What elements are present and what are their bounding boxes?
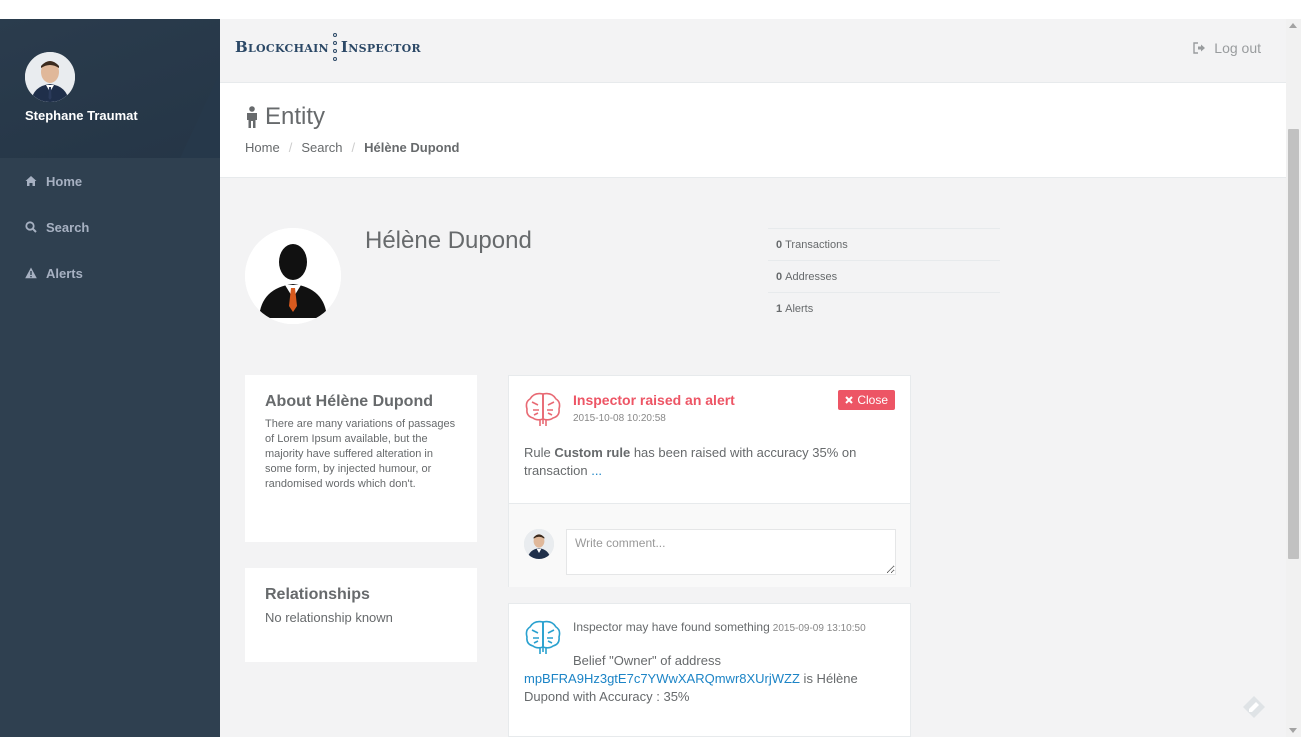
entity-avatar: [245, 228, 341, 324]
close-label: Close: [857, 393, 888, 407]
address-link[interactable]: mpBFRA9Hz3gtE7c7YWwXARQmwr8XUrjWZZ: [524, 671, 800, 686]
alert-rule-name: Custom rule: [554, 445, 631, 460]
alert-timestamp: 2015-10-08 10:20:58: [573, 413, 666, 424]
edit-icon[interactable]: [1241, 694, 1267, 720]
belief-title-text: Inspector may have found something: [573, 620, 770, 634]
relationships-card: Relationships No relationship known: [245, 568, 477, 662]
entity-name: Hélène Dupond: [365, 227, 532, 254]
sidebar-item-label: Search: [46, 219, 90, 235]
sidebar-item-search[interactable]: Search: [0, 204, 220, 250]
stat-label: Addresses: [785, 270, 838, 283]
stat-label: Alerts: [785, 302, 814, 315]
logo-right-text: Inspector: [340, 38, 421, 56]
page-heading: Entity Home / Search / Hélène Dupond: [220, 83, 1286, 178]
alert-title: Inspector raised an alert: [573, 392, 735, 408]
sidebar-item-alerts[interactable]: Alerts: [0, 250, 220, 296]
logo-left-text: Blockchain: [235, 38, 329, 56]
breadcrumb-separator: /: [288, 140, 293, 155]
about-title: About Hélène Dupond: [265, 393, 433, 410]
top-navbar: Blockchain Inspector Log out: [220, 19, 1286, 83]
sidebar-item-label: Home: [46, 173, 83, 189]
scroll-down-arrow[interactable]: [1289, 728, 1297, 733]
search-icon: [25, 221, 37, 233]
about-text: There are many variations of passages of…: [265, 418, 456, 490]
logout-link[interactable]: Log out: [1193, 40, 1261, 56]
stat-count: 0: [776, 270, 783, 283]
breadcrumb-home[interactable]: Home: [245, 140, 280, 155]
belief-text: Belief "Owner" of address: [573, 653, 721, 668]
user-name: Stephane Traumat: [25, 108, 138, 123]
male-icon: [247, 106, 257, 128]
brain-circuit-icon: [525, 620, 561, 654]
page-title-text: Entity: [265, 103, 326, 130]
alert-message: Rule Custom rule has been raised with ac…: [524, 444, 894, 480]
stat-alerts: 1 Alerts: [768, 292, 1000, 324]
home-icon: [25, 176, 37, 186]
app-logo[interactable]: Blockchain Inspector: [235, 33, 421, 61]
relationships-text: No relationship known: [265, 610, 393, 625]
scroll-thumb[interactable]: [1288, 129, 1299, 559]
comment-section: [509, 503, 910, 587]
top-strip: [0, 0, 1301, 19]
relationships-title: Relationships: [265, 586, 370, 603]
comment-input[interactable]: [566, 529, 896, 575]
scroll-up-arrow[interactable]: [1289, 23, 1297, 28]
belief-timestamp: 2015-09-09 13:10:50: [772, 623, 866, 634]
transaction-link[interactable]: ...: [591, 463, 602, 478]
sign-out-icon: [1193, 42, 1206, 54]
stat-count: 0: [776, 238, 783, 251]
sidebar-item-home[interactable]: Home: [0, 158, 220, 204]
sidebar: Stephane Traumat Home Search Alerts: [0, 19, 220, 737]
sidebar-item-label: Alerts: [46, 265, 83, 281]
page-title: Entity: [245, 103, 325, 131]
comment-avatar: [524, 529, 554, 559]
warning-icon: [25, 267, 37, 279]
logout-label: Log out: [1214, 40, 1261, 56]
entity-stats: 0 Transactions 0 Addresses 1 Alerts: [768, 228, 1000, 324]
breadcrumb-search[interactable]: Search: [301, 140, 342, 155]
belief-title: Inspector may have found something 2015-0…: [573, 620, 866, 634]
about-card: About Hélène Dupond There are many varia…: [245, 375, 477, 542]
belief-card: Inspector may have found something 2015-0…: [508, 603, 911, 737]
breadcrumb: Home / Search / Hélène Dupond: [245, 140, 459, 155]
breadcrumb-current: Hélène Dupond: [364, 140, 460, 155]
sidebar-profile: Stephane Traumat: [0, 19, 220, 158]
breadcrumb-separator: /: [351, 140, 356, 155]
brain-circuit-icon: [525, 392, 561, 426]
stat-addresses: 0 Addresses: [768, 260, 1000, 292]
close-icon: [845, 396, 854, 404]
sidebar-nav: Home Search Alerts: [0, 158, 220, 296]
alert-text: Rule: [524, 445, 555, 460]
alert-card: Inspector raised an alert 2015-10-08 10:…: [508, 375, 911, 587]
user-avatar[interactable]: [25, 52, 75, 102]
chain-icon: [332, 33, 337, 61]
main-content: Blockchain Inspector Log out Entity Home…: [220, 19, 1286, 737]
close-alert-button[interactable]: Close: [838, 390, 895, 410]
stat-label: Transactions: [785, 238, 848, 251]
belief-message: Belief "Owner" of address mpBFRA9Hz3gtE7c…: [524, 652, 894, 706]
page-scrollbar[interactable]: [1286, 19, 1301, 737]
stat-count: 1: [776, 302, 783, 315]
stat-transactions: 0 Transactions: [768, 228, 1000, 260]
